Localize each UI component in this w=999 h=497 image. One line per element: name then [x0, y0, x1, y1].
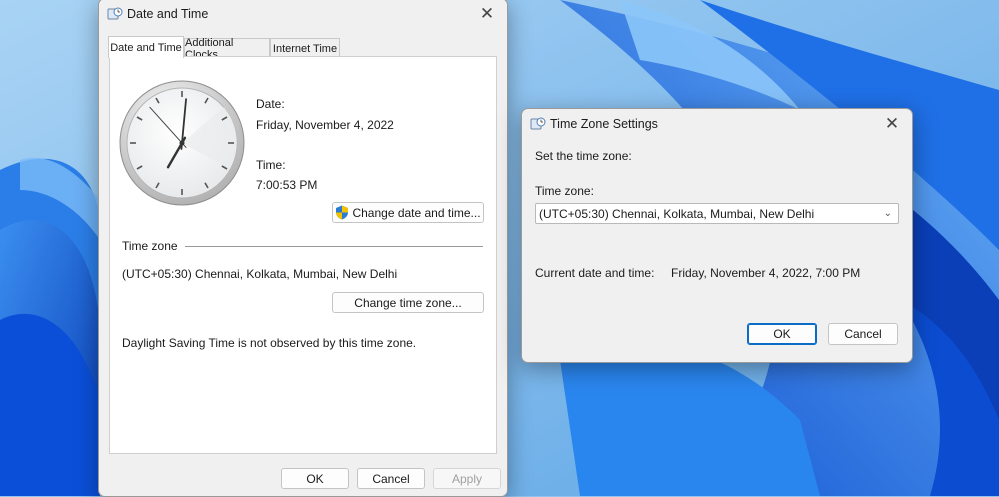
dt-titlebar[interactable]: Date and Time ✕: [99, 0, 507, 29]
section-divider: [185, 246, 483, 247]
cancel-label: Cancel: [844, 327, 882, 341]
clock-face: [119, 80, 245, 206]
cancel-label: Cancel: [372, 471, 410, 486]
tab-panel: Date: Friday, November 4, 2022 Time: 7:0…: [109, 56, 497, 454]
change-time-zone-label: Change time zone...: [354, 295, 462, 310]
clock-icon: [530, 117, 546, 130]
time-zone-value: (UTC+05:30) Chennai, Kolkata, Mumbai, Ne…: [122, 267, 398, 281]
time-zone-select[interactable]: (UTC+05:30) Chennai, Kolkata, Mumbai, Ne…: [535, 203, 899, 224]
dt-ok-button[interactable]: OK: [281, 468, 349, 489]
tz-ok-button[interactable]: OK: [747, 323, 817, 345]
ok-label: OK: [306, 471, 324, 486]
time-zone-heading: Time zone: [122, 239, 178, 253]
tz-prompt: Set the time zone:: [535, 149, 632, 163]
chevron-down-icon: ⌄: [883, 208, 892, 219]
time-label: Time:: [256, 158, 286, 172]
current-datetime-label: Current date and time:: [535, 266, 655, 280]
change-date-time-label: Change date and time...: [352, 205, 481, 220]
dt-close-button[interactable]: ✕: [467, 0, 507, 29]
tz-window-title: Time Zone Settings: [550, 117, 658, 131]
time-zone-settings-dialog: Time Zone Settings ✕ Set the time zone: …: [521, 108, 913, 363]
clock-center-pin: [179, 140, 185, 146]
apply-label: Apply: [451, 471, 483, 486]
analog-clock: [118, 77, 246, 207]
dt-apply-button[interactable]: Apply: [433, 468, 501, 489]
change-time-zone-button[interactable]: Change time zone...: [332, 292, 484, 313]
close-icon: ✕: [479, 4, 495, 23]
tab-date-and-time[interactable]: Date and Time: [108, 36, 184, 58]
tab-internet-time[interactable]: Internet Time: [270, 38, 340, 58]
date-value: Friday, November 4, 2022: [256, 118, 394, 132]
dt-window-title: Date and Time: [127, 7, 209, 21]
uac-shield-icon: [336, 205, 349, 220]
close-icon: ✕: [884, 114, 900, 133]
tz-close-button[interactable]: ✕: [872, 109, 912, 139]
time-value: 7:00:53 PM: [256, 178, 318, 192]
tab-label: Internet Time: [272, 42, 338, 55]
date-label: Date:: [256, 97, 285, 111]
dt-cancel-button[interactable]: Cancel: [357, 468, 425, 489]
clock-icon: [107, 7, 123, 20]
change-date-time-button[interactable]: Change date and time...: [332, 202, 484, 223]
tz-zone-label: Time zone:: [535, 184, 594, 198]
ok-label: OK: [773, 327, 791, 341]
current-datetime-value: Friday, November 4, 2022, 7:00 PM: [671, 266, 861, 280]
tab-label: Date and Time: [110, 41, 182, 54]
tab-additional-clocks[interactable]: Additional Clocks: [184, 37, 270, 61]
tz-cancel-button[interactable]: Cancel: [828, 323, 898, 345]
date-time-dialog: Date and Time ✕ Date and Time Additional…: [98, 0, 508, 497]
dst-note: Daylight Saving Time is not observed by …: [122, 336, 417, 350]
time-zone-select-value: (UTC+05:30) Chennai, Kolkata, Mumbai, Ne…: [539, 206, 815, 221]
tz-titlebar[interactable]: Time Zone Settings ✕: [522, 109, 912, 139]
